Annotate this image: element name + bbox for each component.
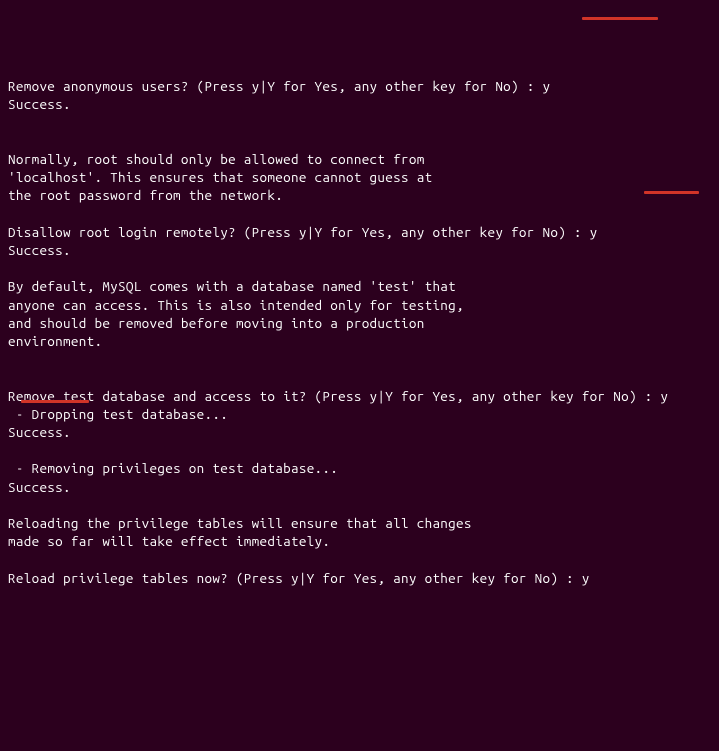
terminal-line: 'localhost'. This ensures that someone c… (8, 168, 711, 186)
terminal-line (8, 132, 711, 150)
terminal-line: - Removing privileges on test database..… (8, 459, 711, 477)
annotation-underline-2 (644, 191, 699, 194)
terminal-line: Success. (8, 241, 711, 259)
terminal-line: Reload privilege tables now? (Press y|Y … (8, 569, 711, 587)
terminal-line: Success. (8, 478, 711, 496)
terminal-line (8, 113, 711, 131)
terminal-line: environment. (8, 332, 711, 350)
terminal-line: Remove anonymous users? (Press y|Y for Y… (8, 77, 711, 95)
terminal-line: Success. (8, 95, 711, 113)
terminal-line: - Dropping test database... (8, 405, 711, 423)
terminal-line: Reloading the privilege tables will ensu… (8, 514, 711, 532)
terminal-line: Success. (8, 423, 711, 441)
terminal-line: made so far will take effect immediately… (8, 532, 711, 550)
terminal-line: Disallow root login remotely? (Press y|Y… (8, 223, 711, 241)
terminal-line (8, 441, 711, 459)
terminal-line: Remove test database and access to it? (… (8, 387, 711, 405)
terminal-line (8, 204, 711, 222)
terminal-line: anyone can access. This is also intended… (8, 296, 711, 314)
terminal-line (8, 259, 711, 277)
terminal-line (8, 551, 711, 569)
terminal-line: the root password from the network. (8, 186, 711, 204)
annotation-underline-3 (21, 400, 89, 403)
terminal-line (8, 496, 711, 514)
terminal-line (8, 368, 711, 386)
terminal-line (8, 350, 711, 368)
annotation-underline-1 (582, 17, 658, 20)
terminal-line: and should be removed before moving into… (8, 314, 711, 332)
terminal-line: Normally, root should only be allowed to… (8, 150, 711, 168)
terminal-output[interactable]: Remove anonymous users? (Press y|Y for Y… (8, 77, 711, 587)
terminal-line: By default, MySQL comes with a database … (8, 277, 711, 295)
